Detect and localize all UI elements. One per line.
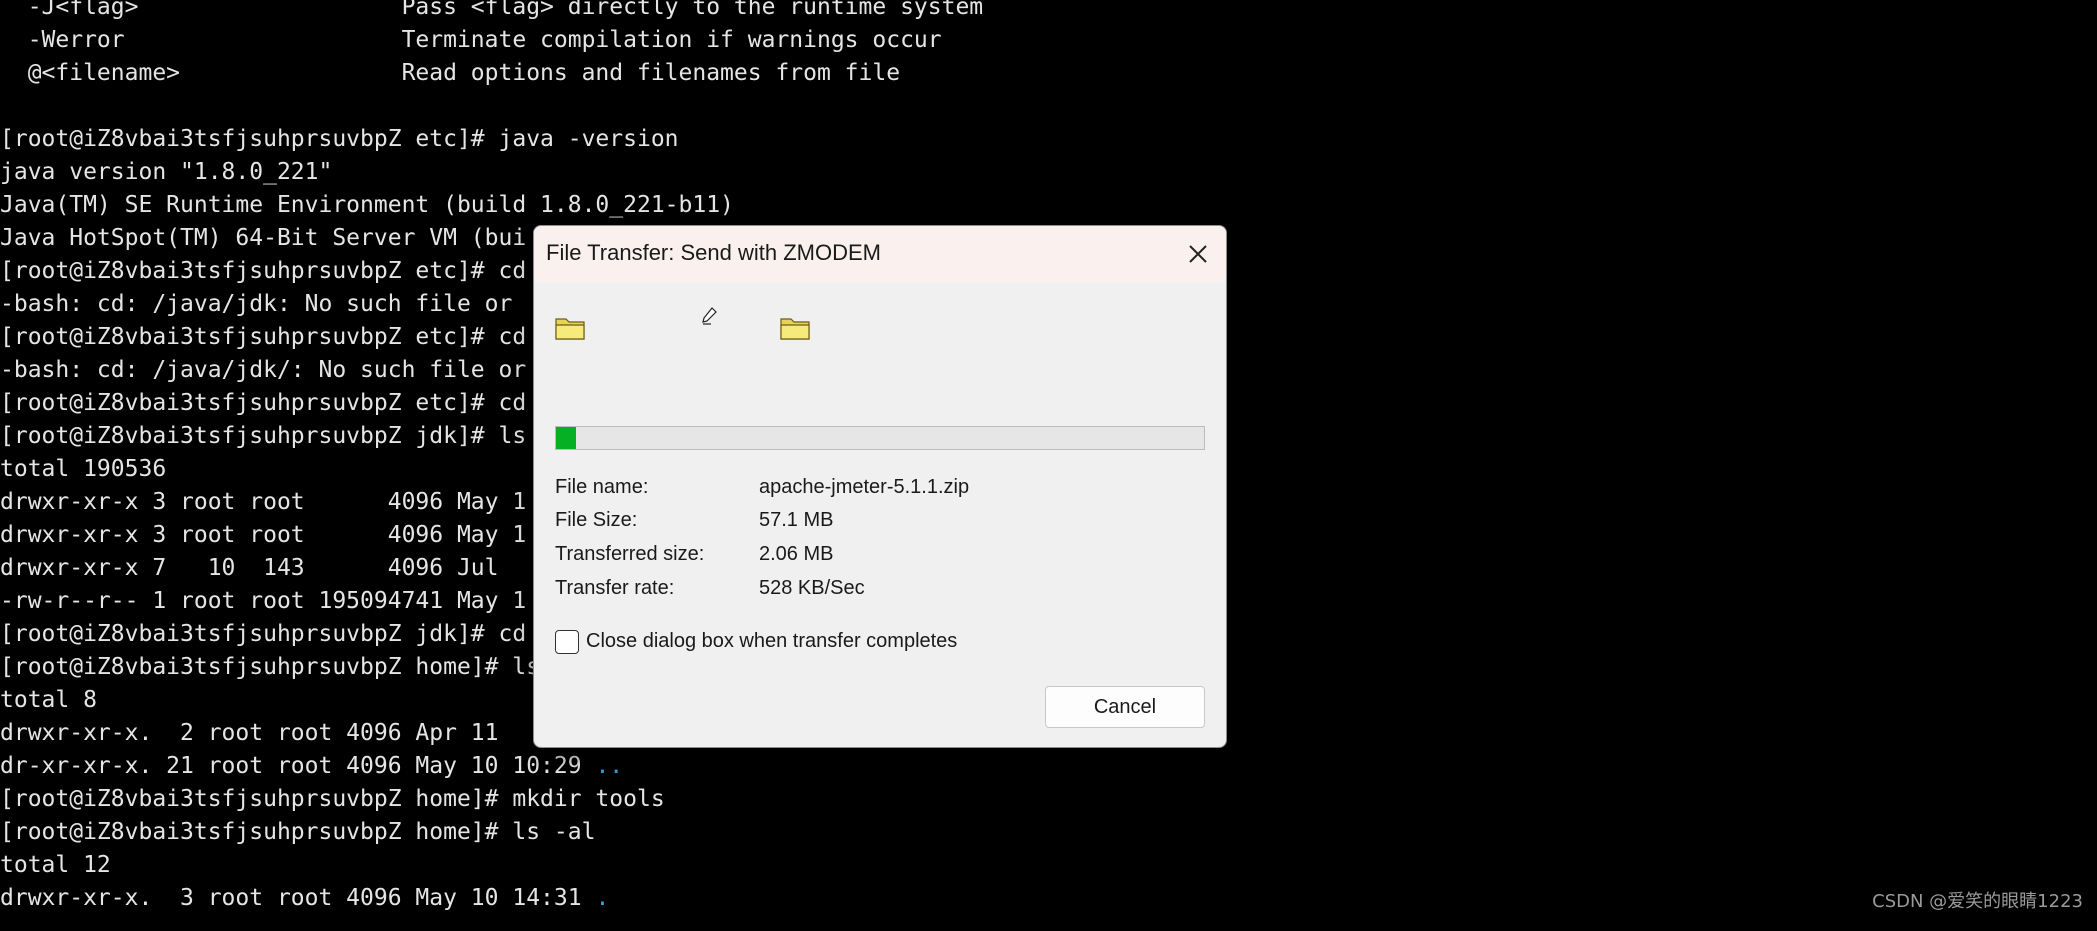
terminal-line: drwxr-xr-x 7 10 143 4096 Jul	[0, 555, 499, 581]
dialog-titlebar[interactable]: File Transfer: Send with ZMODEM	[534, 226, 1226, 282]
close-icon	[1189, 245, 1207, 263]
cancel-button[interactable]: Cancel	[1045, 686, 1205, 728]
transferred-size-label: Transferred size:	[555, 543, 705, 565]
terminal-line: [root@iZ8vbai3tsfjsuhprsuvbpZ etc]# cd	[0, 390, 527, 416]
terminal-line: Java(TM) SE Runtime Environment (build 1…	[0, 192, 734, 218]
terminal-line-text: drwxr-xr-x. 3 root root 4096 May 10 14:3…	[0, 885, 596, 911]
file-name-value: apache-jmeter-5.1.1.zip	[759, 476, 970, 498]
terminal-line: total 190536	[0, 456, 167, 482]
terminal-line: -rw-r--r-- 1 root root 195094741 May 1	[0, 588, 527, 614]
file-name-label: File name:	[555, 476, 649, 498]
terminal-line: [root@iZ8vbai3tsfjsuhprsuvbpZ etc]# cd	[0, 324, 527, 350]
close-button[interactable]	[1182, 238, 1214, 270]
transfer-rate-label: Transfer rate:	[555, 577, 675, 599]
terminal-line: java version "1.8.0_221"	[0, 159, 333, 185]
file-size-label: File Size:	[555, 509, 638, 531]
terminal-line: [root@iZ8vbai3tsfjsuhprsuvbpZ home]# ls	[0, 654, 541, 680]
terminal-line: -J<flag> Pass <flag> directly to the run…	[0, 0, 984, 20]
transfer-progress-fill	[556, 427, 577, 449]
terminal-line: [root@iZ8vbai3tsfjsuhprsuvbpZ home]# mkd…	[0, 786, 665, 812]
terminal-line: -Werror Terminate compilation if warning…	[0, 27, 942, 53]
close-when-done-label[interactable]: Close dialog box when transfer completes	[586, 628, 957, 654]
terminal-line: [root@iZ8vbai3tsfjsuhprsuvbpZ etc]# java…	[0, 126, 679, 152]
parent-dir-entry: ..	[595, 753, 624, 779]
terminal-line: -bash: cd: /java/jdk/: No such file or	[0, 357, 527, 383]
dialog-title: File Transfer: Send with ZMODEM	[546, 240, 881, 265]
terminal-line: [root@iZ8vbai3tsfjsuhprsuvbpZ jdk]# ls	[0, 423, 527, 449]
current-dir-entry: .	[595, 885, 610, 911]
terminal-line: -bash: cd: /java/jdk: No such file or	[0, 291, 513, 317]
file-size-value: 57.1 MB	[759, 509, 834, 531]
terminal-line: [root@iZ8vbai3tsfjsuhprsuvbpZ home]# ls …	[0, 819, 596, 845]
terminal-line: drwxr-xr-x 3 root root 4096 May 1	[0, 489, 527, 515]
transferred-size-value: 2.06 MB	[759, 543, 834, 565]
terminal-line: total 8	[0, 687, 97, 713]
terminal-line-text: dr-xr-xr-x. 21 root root 4096 May 10 10:…	[0, 753, 596, 779]
terminal-line: dr-xr-xr-x. 21 root root 4096 May 10 10:…	[0, 750, 623, 783]
terminal-line: Java HotSpot(TM) 64-Bit Server VM (bui	[0, 225, 527, 251]
terminal-line: drwxr-xr-x. 3 root root 4096 May 10 14:3…	[0, 882, 609, 915]
terminal-line: [root@iZ8vbai3tsfjsuhprsuvbpZ etc]# cd	[0, 258, 527, 284]
terminal-line: total 12	[0, 852, 111, 878]
terminal-line: @<filename> Read options and filenames f…	[0, 60, 901, 86]
terminal-line: drwxr-xr-x. 2 root root 4096 Apr 11	[0, 720, 499, 746]
transfer-animation-icon	[702, 307, 717, 325]
file-transfer-dialog: File Transfer: Send with ZMODEM File nam…	[533, 225, 1227, 748]
terminal-line: [root@iZ8vbai3tsfjsuhprsuvbpZ jdk]# cd	[0, 621, 527, 647]
transfer-rate-value: 528 KB/Sec	[759, 577, 865, 599]
terminal-line: drwxr-xr-x 3 root root 4096 May 1	[0, 522, 527, 548]
destination-folder-icon	[780, 318, 810, 340]
close-when-done-checkbox[interactable]	[555, 630, 579, 654]
transfer-progress-bar	[555, 426, 1205, 450]
source-folder-icon	[555, 318, 585, 340]
watermark-text: CSDN @爱笑的眼睛1223	[1872, 891, 2083, 912]
